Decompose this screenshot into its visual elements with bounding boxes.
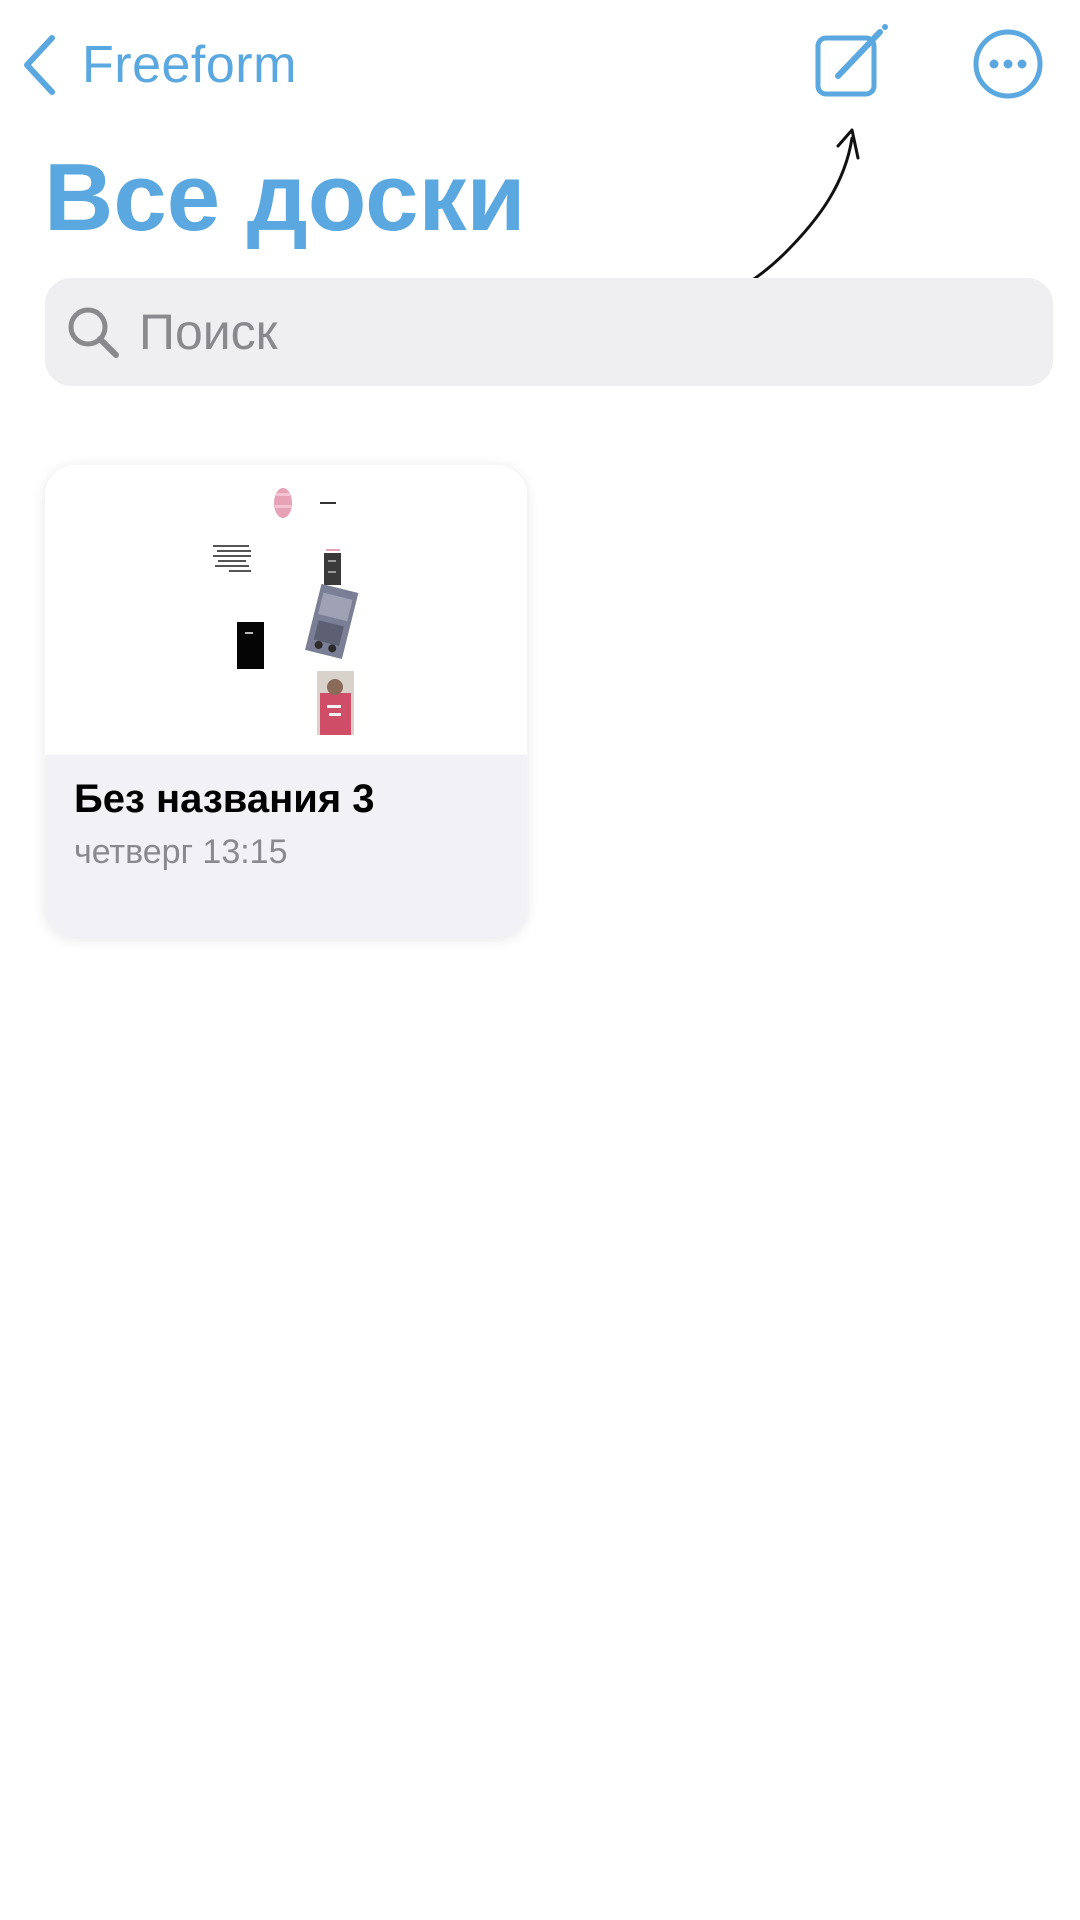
back-button[interactable]: Freeform [22,30,297,100]
board-title: Без названия 3 [74,777,375,821]
board-card[interactable]: Без названия 3 четверг 13:15 [45,465,527,937]
board-thumbnail [45,465,527,755]
search-icon [68,307,119,358]
back-button-label: Freeform [82,36,297,94]
new-board-button[interactable] [808,24,898,102]
board-date: четверг 13:15 [74,833,288,871]
ellipsis-circle-icon [972,29,1044,104]
more-options-button[interactable] [972,28,1044,100]
chevron-left-icon [22,34,56,96]
page-title: Все доски [44,144,526,251]
compose-icon [808,24,898,106]
board-thumbnail-image [213,488,359,735]
search-bar[interactable] [45,278,1053,386]
search-input[interactable] [137,302,1021,362]
board-info: Без названия 3 четверг 13:15 [45,755,527,937]
